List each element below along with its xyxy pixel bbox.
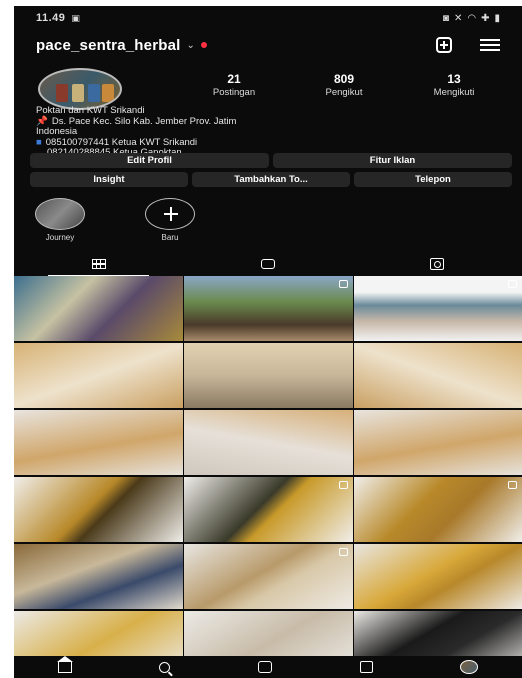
- status-bar: 11.49 ▣ ◙ ✕ ◠ ✚ ▮: [14, 6, 522, 30]
- multiple-posts-icon: [508, 481, 517, 489]
- multiple-posts-icon: [339, 481, 348, 489]
- menu-icon[interactable]: [480, 39, 500, 51]
- status-time: 11.49: [36, 12, 66, 24]
- shop-icon[interactable]: [359, 661, 373, 673]
- bio-location: Ds. Pace Kec. Silo Kab. Jember Prov. Jat…: [51, 115, 237, 127]
- battery-icon: ▮: [494, 12, 500, 24]
- stat-followers[interactable]: 809 Pengikut: [294, 72, 394, 98]
- ads-feature-button[interactable]: Fitur Iklan: [273, 153, 512, 168]
- post-thumbnail[interactable]: [354, 343, 522, 408]
- post-thumbnail[interactable]: [184, 544, 353, 609]
- reels-icon: [260, 259, 275, 269]
- post-thumbnail[interactable]: [184, 343, 353, 408]
- posts-grid: [14, 276, 522, 676]
- bio-country: Indonesia: [36, 126, 78, 137]
- post-thumbnail[interactable]: [354, 477, 522, 542]
- video-icon: [339, 280, 348, 288]
- profile-avatar-icon[interactable]: [460, 660, 479, 674]
- status-icons: ◙ ✕ ◠ ✚ ▮: [443, 13, 500, 24]
- post-thumbnail[interactable]: [184, 477, 353, 542]
- video-icon: [508, 280, 517, 288]
- image-icon: ▣: [71, 12, 80, 23]
- highlight-label: Baru: [161, 233, 179, 242]
- highlight-thumbnail: [35, 198, 85, 230]
- mute-icon: ✕: [453, 12, 463, 24]
- profile-tabs: [14, 252, 522, 276]
- post-thumbnail[interactable]: [14, 276, 183, 341]
- phone-screen: 11.49 ▣ ◙ ✕ ◠ ✚ ▮ pace_sentra_herbal ⌄ 2…: [14, 6, 522, 678]
- post-thumbnail[interactable]: [14, 410, 183, 475]
- post-thumbnail[interactable]: [354, 410, 522, 475]
- blue-square-icon: ■: [36, 136, 42, 148]
- grid-icon: [91, 259, 106, 269]
- highlight-journey[interactable]: Journey: [30, 198, 90, 242]
- tab-reels[interactable]: [183, 252, 352, 276]
- profile-header: pace_sentra_herbal ⌄: [14, 30, 522, 60]
- highlight-new[interactable]: Baru: [140, 198, 200, 242]
- post-thumbnail[interactable]: [184, 276, 353, 341]
- post-thumbnail[interactable]: [14, 343, 183, 408]
- profile-stats: 21 Postingan 809 Pengikut 13 Mengikuti: [184, 72, 504, 98]
- search-icon[interactable]: [159, 661, 171, 673]
- tab-tagged[interactable]: [353, 252, 522, 276]
- post-thumbnail[interactable]: [14, 544, 183, 609]
- multiple-posts-icon: [339, 548, 348, 556]
- username[interactable]: pace_sentra_herbal: [36, 37, 181, 54]
- signal-icon: ✚: [481, 12, 490, 24]
- stat-following[interactable]: 13 Mengikuti: [404, 72, 504, 98]
- reels-icon[interactable]: [257, 661, 272, 673]
- post-thumbnail[interactable]: [354, 276, 522, 341]
- home-icon[interactable]: [56, 655, 73, 673]
- create-post-icon[interactable]: [436, 37, 452, 53]
- post-thumbnail[interactable]: [354, 544, 522, 609]
- wifi-icon: ◠: [467, 12, 477, 24]
- profile-actions-row-1: Edit Profil Fitur Iklan: [30, 153, 512, 168]
- post-thumbnail[interactable]: [184, 410, 353, 475]
- insight-button[interactable]: Insight: [30, 172, 188, 187]
- plus-icon: [145, 198, 195, 230]
- tab-grid[interactable]: [14, 252, 183, 276]
- header-actions: [436, 37, 500, 53]
- call-button[interactable]: Telepon: [354, 172, 512, 187]
- edit-profile-button[interactable]: Edit Profil: [30, 153, 269, 168]
- tagged-icon: [430, 258, 445, 270]
- add-shop-button[interactable]: Tambahkan To...: [192, 172, 350, 187]
- mute-icon: ◙: [442, 12, 449, 24]
- highlight-label: Journey: [45, 233, 75, 242]
- chevron-down-icon[interactable]: ⌄: [187, 40, 195, 51]
- bottom-nav: [14, 655, 522, 678]
- bio-name: Poktan dan KWT Srikandi: [36, 105, 145, 116]
- post-thumbnail[interactable]: [14, 477, 183, 542]
- notification-dot: [200, 42, 207, 48]
- avatar[interactable]: [38, 68, 122, 110]
- profile-actions-row-2: Insight Tambahkan To... Telepon: [30, 172, 512, 187]
- profile-bio: Poktan dan KWT Srikandi 📌 Ds. Pace Kec. S…: [36, 105, 506, 159]
- stat-posts[interactable]: 21 Postingan: [184, 72, 284, 98]
